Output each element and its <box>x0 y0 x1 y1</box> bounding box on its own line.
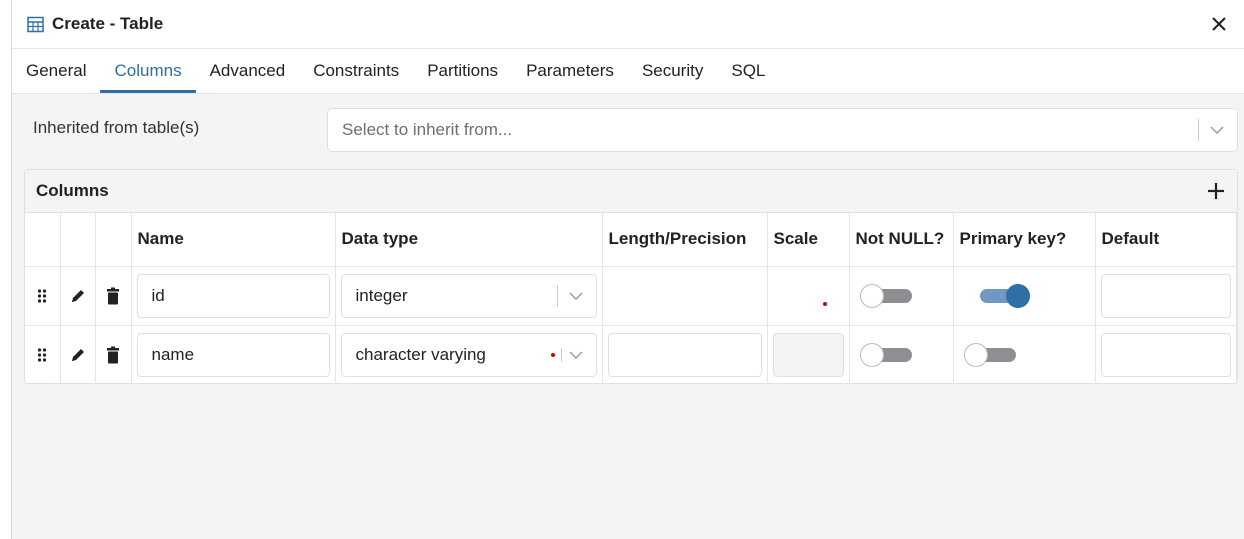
table-row: id integer <box>25 266 1237 326</box>
tab-columns[interactable]: Columns <box>100 49 196 93</box>
chevron-down-icon[interactable] <box>1207 120 1227 140</box>
default-input[interactable] <box>1100 273 1231 318</box>
columns-panel: Columns Name Data type Length/Precision … <box>24 169 1238 384</box>
length-precision-cell <box>602 266 768 326</box>
header-edit <box>60 213 96 267</box>
primary-key-toggle[interactable] <box>963 342 1016 367</box>
dialog-titlebar: Create - Table <box>12 0 1244 49</box>
tab-sql[interactable]: SQL <box>717 49 779 93</box>
not-null-toggle[interactable] <box>859 342 912 367</box>
columns-table: Name Data type Length/Precision Scale No… <box>25 213 1237 384</box>
tab-security[interactable]: Security <box>628 49 717 93</box>
tab-parameters[interactable]: Parameters <box>512 49 628 93</box>
columns-panel-title: Columns <box>36 181 109 200</box>
data-type-select[interactable]: integer <box>340 273 597 318</box>
close-icon[interactable] <box>1208 12 1230 36</box>
drag-handle-icon[interactable] <box>25 326 60 385</box>
header-name: Name <box>131 213 336 267</box>
header-default: Default <box>1095 213 1237 267</box>
tab-bar: General Columns Advanced Constraints Par… <box>12 49 1244 94</box>
table-row: name character varying <box>25 325 1237 384</box>
drag-handle-icon[interactable] <box>25 267 60 325</box>
chevron-down-icon[interactable] <box>566 286 586 306</box>
table-icon <box>27 16 44 33</box>
pencil-icon[interactable] <box>61 326 95 385</box>
plus-icon[interactable] <box>1203 177 1229 205</box>
header-primary-key: Primary key? <box>953 213 1096 267</box>
scale-cell <box>767 266 850 326</box>
inherit-select[interactable]: Select to inherit from... <box>327 108 1238 152</box>
header-data-type: Data type <box>335 213 603 267</box>
header-not-null: Not NULL? <box>849 213 954 267</box>
header-drag <box>25 213 61 267</box>
tab-advanced[interactable]: Advanced <box>196 49 300 93</box>
chevron-down-icon[interactable] <box>566 345 586 365</box>
header-scale: Scale <box>767 213 850 267</box>
data-type-select[interactable]: character varying <box>340 332 597 377</box>
inherit-placeholder: Select to inherit from... <box>342 120 513 139</box>
not-null-toggle[interactable] <box>859 283 912 308</box>
tab-content: Inherited from table(s) Select to inheri… <box>12 94 1244 539</box>
select-separator <box>556 284 558 307</box>
tab-general[interactable]: General <box>12 49 100 93</box>
dialog-title: Create - Table <box>52 14 164 33</box>
default-input[interactable] <box>1100 332 1231 377</box>
length-precision-input[interactable] <box>607 332 762 377</box>
select-separator <box>1198 119 1199 141</box>
columns-panel-header: Columns <box>25 170 1237 213</box>
header-delete <box>95 213 132 267</box>
column-name-input[interactable]: id <box>136 273 330 318</box>
table-header-row: Name Data type Length/Precision Scale No… <box>25 213 1237 267</box>
header-length-precision: Length/Precision <box>602 213 768 267</box>
scale-input <box>772 332 844 377</box>
column-name-input[interactable]: name <box>136 332 330 377</box>
validation-dot <box>822 301 827 306</box>
tab-partitions[interactable]: Partitions <box>413 49 512 93</box>
primary-key-toggle[interactable] <box>976 283 1030 308</box>
trash-icon[interactable] <box>96 267 131 325</box>
tab-constraints[interactable]: Constraints <box>299 49 413 93</box>
validation-dot <box>550 352 555 357</box>
select-separator <box>560 347 562 362</box>
trash-icon[interactable] <box>96 326 131 385</box>
pencil-icon[interactable] <box>61 267 95 325</box>
inherit-label: Inherited from table(s) <box>33 118 200 137</box>
